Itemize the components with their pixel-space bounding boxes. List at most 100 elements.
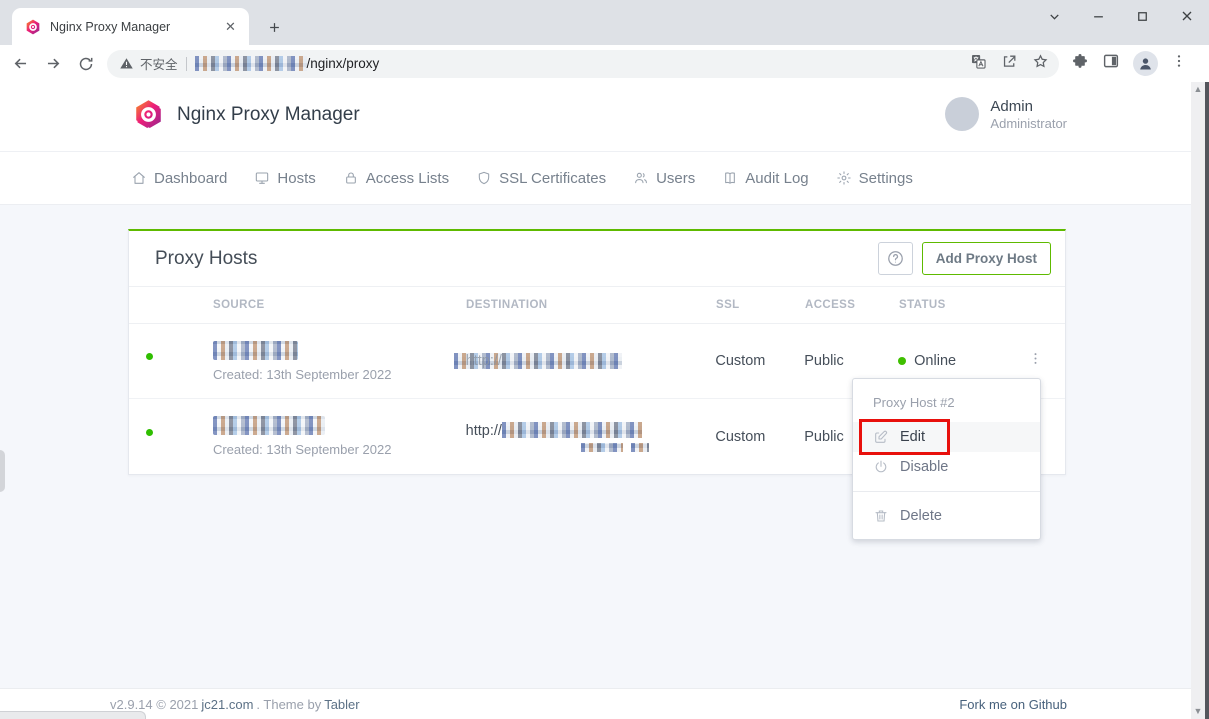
footer-version: v2.9.14 © 2021 <box>110 696 199 712</box>
nav-label: Audit Log <box>745 169 809 187</box>
menu-item-disable[interactable]: Disable <box>853 452 1040 482</box>
row-actions-kebab-icon[interactable] <box>1028 351 1043 371</box>
browser-tab[interactable]: Nginx Proxy Manager ✕ <box>12 8 249 45</box>
redacted-source-domain <box>212 416 325 435</box>
users-icon <box>635 172 648 184</box>
card-title: Proxy Hosts <box>155 247 258 269</box>
menu-item-edit[interactable]: Edit <box>853 422 1040 452</box>
nav-item-settings[interactable]: Settings <box>836 170 913 187</box>
menu-item-delete[interactable]: Delete <box>853 501 1040 531</box>
online-dot <box>144 426 155 438</box>
side-panel-handle[interactable] <box>0 450 5 492</box>
destination-prefix: http:// <box>465 422 502 439</box>
nav-item-dashboard[interactable]: Dashboard <box>131 170 227 187</box>
jc21-link[interactable]: jc21.com <box>201 697 253 712</box>
nav-item-hosts[interactable]: Hosts <box>254 169 316 187</box>
plus-icon <box>269 22 279 32</box>
minimize-button[interactable] <box>1091 9 1106 24</box>
help-button[interactable] <box>877 242 913 275</box>
online-dot <box>144 351 155 362</box>
nav-label: Hosts <box>277 169 316 187</box>
window-right-edge <box>1205 82 1209 719</box>
menu-divider <box>853 491 1040 492</box>
add-proxy-host-button[interactable]: Add Proxy Host <box>921 242 1051 275</box>
book-icon <box>725 172 736 184</box>
destination-prefix: http:// <box>465 353 502 369</box>
page-scrollbar[interactable]: ▲ ▼ <box>1191 82 1205 719</box>
nav-label: Settings <box>858 169 913 187</box>
forward-button[interactable] <box>40 51 66 77</box>
person-icon <box>1140 58 1151 70</box>
user-role: Administrator <box>990 115 1067 131</box>
browser-menu-kebab-icon[interactable] <box>1171 53 1187 74</box>
browser-status-bubble <box>0 711 146 719</box>
context-menu-title: Proxy Host #2 <box>873 395 955 410</box>
status-dot <box>898 357 907 365</box>
lock-icon <box>345 172 356 184</box>
table-header-row: SOURCE DESTINATION SSL ACCESS STATUS <box>129 287 1065 324</box>
tab-search-chevron-icon[interactable] <box>1047 9 1062 24</box>
nav-label: Users <box>656 169 696 187</box>
nav-item-users[interactable]: Users <box>633 170 695 187</box>
gear-icon <box>836 171 851 185</box>
window-controls <box>1047 8 1195 24</box>
share-icon[interactable] <box>1001 53 1018 75</box>
nav-item-access-lists[interactable]: Access Lists <box>343 170 449 187</box>
translate-icon[interactable] <box>970 53 987 75</box>
app-footer: v2.9.14 © 2021 jc21.com . Theme by Table… <box>0 688 1191 719</box>
not-secure-warning-icon <box>120 58 133 69</box>
browser-toolbar: 不安全 /nginx/proxy <box>0 45 1209 82</box>
bookmark-star-icon[interactable] <box>1032 53 1049 75</box>
status-value: Online <box>914 353 957 369</box>
address-bar[interactable]: 不安全 /nginx/proxy <box>107 49 1059 78</box>
reload-button[interactable] <box>73 51 99 77</box>
shield-icon <box>478 171 490 185</box>
nav-item-ssl-certificates[interactable]: SSL Certificates <box>476 170 606 187</box>
browser-profile-avatar[interactable] <box>1133 51 1158 76</box>
nav-label: Dashboard <box>154 169 228 187</box>
menu-item-label: Edit <box>900 429 925 445</box>
ssl-value: Custom <box>715 428 766 445</box>
brand[interactable]: Nginx Proxy Manager <box>133 99 360 130</box>
omnibox-separator <box>185 56 187 71</box>
redacted-destination-url <box>501 422 642 439</box>
nav-item-audit-log[interactable]: Audit Log <box>722 169 809 187</box>
column-header-destination: DESTINATION <box>466 299 548 311</box>
side-panel-icon[interactable] <box>1102 52 1120 75</box>
favicon-npm-icon <box>26 19 40 34</box>
url-path: /nginx/proxy <box>306 56 380 71</box>
app-header: Nginx Proxy Manager Admin Administrator <box>0 82 1191 151</box>
home-icon <box>133 172 145 184</box>
scroll-down-arrow-icon[interactable]: ▼ <box>1194 707 1203 716</box>
user-name: Admin <box>990 97 1033 115</box>
tabler-link[interactable]: Tabler <box>324 697 359 712</box>
nav-label: Access Lists <box>365 169 450 187</box>
security-label: 不安全 <box>140 58 178 72</box>
scroll-up-arrow-icon[interactable]: ▲ <box>1194 85 1203 94</box>
row-context-menu: Proxy Host #2 Edit Disable Delete <box>852 378 1041 540</box>
back-button[interactable] <box>7 51 33 77</box>
card-header: Proxy Hosts Add Proxy Host <box>129 231 1065 287</box>
edit-icon <box>875 430 888 443</box>
question-circle-icon <box>887 251 903 266</box>
ssl-value: Custom <box>715 353 766 369</box>
npm-logo-icon <box>134 100 163 130</box>
github-link[interactable]: Fork me on Github <box>959 697 1067 712</box>
monitor-icon <box>256 172 269 184</box>
redacted-fragments <box>580 442 716 452</box>
maximize-button[interactable] <box>1135 9 1150 24</box>
tab-strip: Nginx Proxy Manager ✕ <box>0 0 1209 45</box>
column-header-access: ACCESS <box>805 299 856 311</box>
tab-close-icon[interactable]: ✕ <box>222 18 239 35</box>
extensions-puzzle-icon[interactable] <box>1071 52 1089 75</box>
toolbar-right-icons <box>1071 51 1187 76</box>
close-button[interactable] <box>1179 8 1195 24</box>
nav-label: SSL Certificates <box>499 169 607 187</box>
user-block[interactable]: Admin Administrator <box>945 97 1067 131</box>
access-value: Public <box>804 353 844 369</box>
menu-item-label: Delete <box>900 508 942 524</box>
new-tab-button[interactable] <box>262 15 286 39</box>
created-date: Created: 13th September 2022 <box>212 366 392 382</box>
trash-icon <box>875 510 887 522</box>
power-icon <box>875 460 887 473</box>
